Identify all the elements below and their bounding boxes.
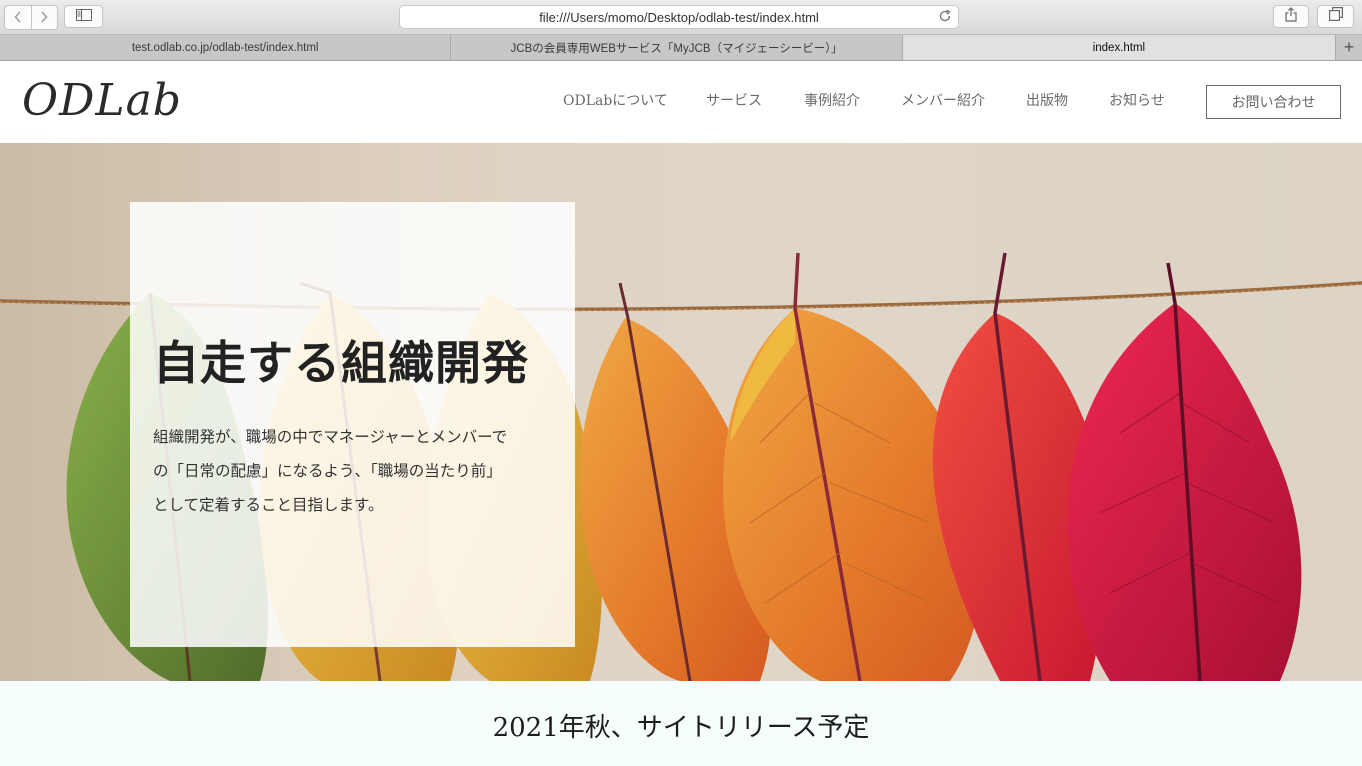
hero-description: 組織開発が、職場の中でマネージャーとメンバーで の「日常の配慮」になるよう、「職… [153,420,553,522]
share-icon [1285,6,1297,27]
back-button[interactable] [5,6,31,29]
plus-icon: + [1343,37,1355,57]
leaf-crimson [1067,262,1302,681]
sidebar-toggle-button[interactable] [64,5,103,28]
tab-myjcb[interactable]: JCBの会員専用WEBサービス「MyJCB（マイジェーシービー）」 [451,35,903,60]
nav-services[interactable]: サービス [706,90,762,110]
hero-card: 自走する組織開発 組織開発が、職場の中でマネージャーとメンバーで の「日常の配慮… [130,202,575,647]
history-nav [4,5,58,30]
site-logo[interactable]: ODLab [22,75,182,126]
release-notice: 2021年秋、サイトリリース予定 [492,713,870,743]
tab-index-html[interactable]: index.html [902,35,1337,60]
tab-label: JCBの会員専用WEBサービス「MyJCB（マイジェーシービー）」 [510,42,843,55]
share-button[interactable] [1273,5,1309,28]
address-bar[interactable]: file:///Users/momo/Desktop/odlab-test/in… [399,5,959,29]
chevron-right-icon [40,10,48,26]
forward-button[interactable] [30,6,58,29]
sidebar-icon [75,8,92,26]
tab-label: test.odlab.co.jp/odlab-test/index.html [131,41,319,54]
browser-toolbar: file:///Users/momo/Desktop/odlab-test/in… [0,0,1362,35]
tab-label: index.html [1092,41,1146,54]
hero-section: 自走する組織開発 組織開発が、職場の中でマネージャーとメンバーで の「日常の配慮… [0,143,1362,681]
nav-publications[interactable]: 出版物 [1026,90,1068,110]
tab-bar: test.odlab.co.jp/odlab-test/index.html J… [0,35,1362,61]
nav-members[interactable]: メンバー紹介 [901,90,985,110]
nav-case-studies[interactable]: 事例紹介 [804,90,860,110]
nav-about[interactable]: ODLabについて [563,90,668,110]
hero-description-line: として定着すること目指します。 [153,496,384,514]
tabs-overview-button[interactable] [1317,5,1354,28]
hero-description-line: 組織開発が、職場の中でマネージャーとメンバーで [153,428,508,446]
tab-odlab-test[interactable]: test.odlab.co.jp/odlab-test/index.html [0,35,452,60]
tabs-overview-icon [1328,7,1343,26]
address-url: file:///Users/momo/Desktop/odlab-test/in… [539,9,819,25]
reload-icon[interactable] [938,9,952,26]
new-tab-button[interactable]: + [1336,35,1362,60]
chevron-left-icon [14,10,22,26]
hero-title: 自走する組織開発 [153,336,529,390]
release-notice-section: 2021年秋、サイトリリース予定 [0,681,1362,766]
hero-description-line: の「日常の配慮」になるよう、「職場の当たり前」 [153,462,502,480]
site-header: ODLab ODLabについて サービス 事例紹介 メンバー紹介 出版物 お知ら… [0,61,1362,143]
nav-news[interactable]: お知らせ [1109,90,1165,110]
contact-button[interactable]: お問い合わせ [1206,85,1341,119]
